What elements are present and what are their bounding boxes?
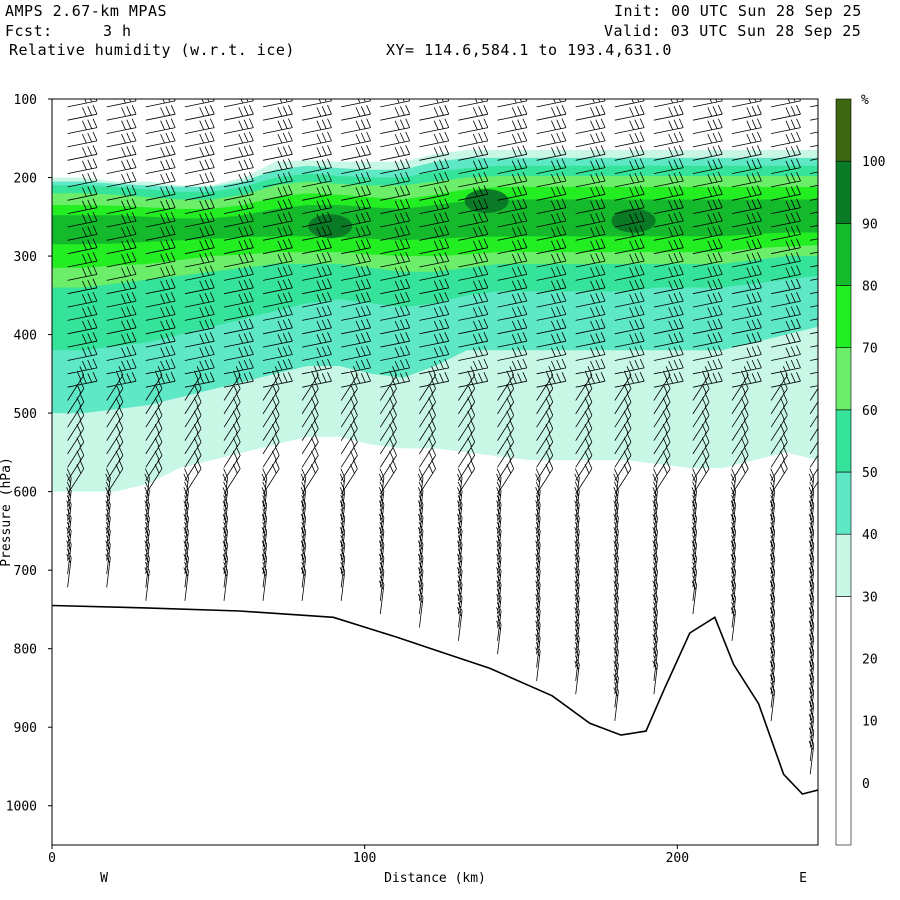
- y-tick-label: 100: [14, 93, 37, 108]
- colorbar-tick-label: 70: [862, 342, 878, 357]
- colorbar-tick-label: 90: [862, 217, 878, 232]
- colorbar-swatch-0: [835, 596, 852, 846]
- rh-max-2: [611, 208, 656, 233]
- colorbar-swatch-5: [835, 285, 852, 348]
- west-label: W: [100, 871, 108, 886]
- y-axis-label: Pressure (hPa): [0, 457, 14, 567]
- cross-section-chart: 10020030040050060070080090010000 100 200Di…: [0, 93, 885, 886]
- colorbar: 0 10 20 30 40 50 60 70 80 90 100%: [835, 93, 885, 846]
- colorbar-tick-label: 0: [862, 777, 870, 792]
- colorbar-tick-label: 80: [862, 280, 878, 295]
- east-label: E: [799, 871, 807, 886]
- terrain-layer: [52, 604, 818, 845]
- colorbar-tick-label: 20: [862, 653, 878, 668]
- colorbar-swatch-4: [835, 347, 852, 411]
- colorbar-swatch-2: [835, 471, 852, 535]
- colorbar-tick-label: 10: [862, 715, 878, 730]
- y-tick-label: 400: [14, 329, 37, 344]
- terrain-fill: [52, 605, 818, 845]
- colorbar-swatch-7: [835, 160, 852, 224]
- colorbar-tick-label: 30: [862, 590, 878, 605]
- colorbar-tick-label: 60: [862, 404, 878, 419]
- y-tick-label: 800: [14, 643, 37, 658]
- x-axis-label: Distance (km): [384, 871, 486, 886]
- x-tick-label: 200: [666, 851, 689, 866]
- colorbar-swatch-1: [835, 533, 852, 597]
- y-tick-label: 900: [14, 721, 37, 736]
- y-tick-label: 300: [14, 250, 37, 265]
- colorbar-swatch-8: [835, 98, 852, 162]
- colorbar-swatch-6: [835, 223, 852, 286]
- y-tick-label: 700: [14, 564, 37, 579]
- y-tick-label: 1000: [6, 800, 37, 815]
- y-tick-label: 200: [14, 172, 37, 187]
- colorbar-unit: %: [861, 93, 869, 108]
- y-tick-label: 600: [14, 486, 37, 501]
- x-tick-label: 0: [48, 851, 56, 866]
- x-tick-label: 100: [353, 851, 376, 866]
- y-tick-label: 500: [14, 407, 37, 422]
- colorbar-swatch-3: [835, 409, 852, 473]
- colorbar-tick-label: 100: [862, 155, 885, 170]
- colorbar-tick-label: 40: [862, 528, 878, 543]
- colorbar-tick-label: 50: [862, 466, 878, 481]
- rh-max-1: [464, 189, 509, 214]
